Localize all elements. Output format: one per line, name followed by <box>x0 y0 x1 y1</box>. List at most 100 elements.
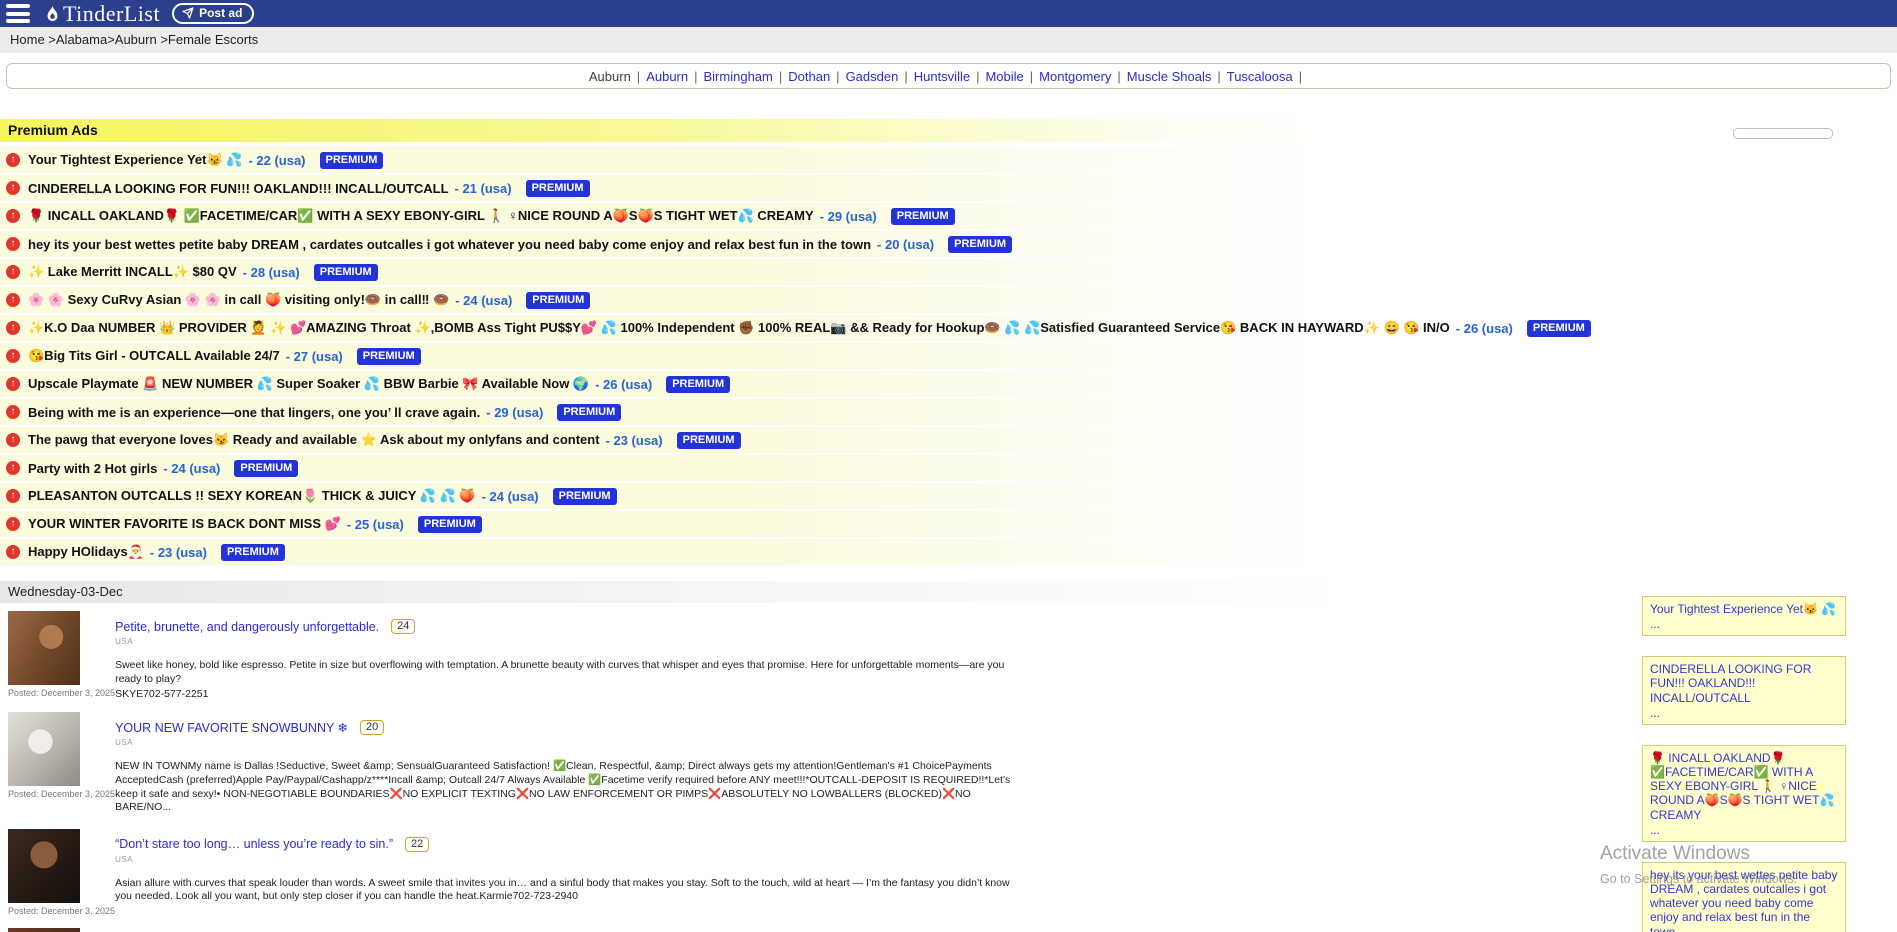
city-link-mobile[interactable]: Mobile <box>985 69 1023 84</box>
listing-location: USA <box>115 738 1015 747</box>
sidebar-ad[interactable]: hey its your best wettes petite baby DRE… <box>1642 862 1846 932</box>
sidebar-ad-ellipsis: ... <box>1650 706 1838 720</box>
sidebar-ad-link[interactable]: hey its your best wettes petite baby DRE… <box>1650 868 1837 932</box>
premium-ad-age: - 24 (usa) <box>455 293 512 308</box>
sidebar-ad-link[interactable]: Your Tightest Experience Yet😼 💦 <box>1650 602 1836 616</box>
premium-badge: PREMIUM <box>1527 320 1591 337</box>
post-ad-button[interactable]: Post ad <box>172 3 254 24</box>
listing-photo[interactable] <box>8 829 80 903</box>
premium-ad-row: CINDERELLA LOOKING FOR FUN!!! OAKLAND!!!… <box>0 175 1345 201</box>
city-separator: | <box>836 69 839 84</box>
listing-title-link[interactable]: YOUR NEW FAVORITE SNOWBUNNY ❄ <box>115 720 348 735</box>
premium-badge: PREMIUM <box>666 376 730 393</box>
premium-ad-link[interactable]: The pawg that everyone loves😼 Ready and … <box>28 432 600 448</box>
premium-badge: PREMIUM <box>234 460 298 477</box>
premium-ad-row: Happy HOlidays🎅- 23 (usa)PREMIUM <box>0 539 1345 565</box>
listing-location: USA <box>115 637 1015 646</box>
city-separator: | <box>637 69 640 84</box>
listing-photo[interactable] <box>8 712 80 786</box>
premium-ad-link[interactable]: hey its your best wettes petite baby DRE… <box>28 237 871 252</box>
premium-ad-row: Your Tightest Experience Yet😼 💦 - 22 (usa… <box>0 147 1345 173</box>
premium-badge: PREMIUM <box>418 516 482 533</box>
city-link-birmingham[interactable]: Birmingham <box>704 69 773 84</box>
listing-description: Sweet like honey, bold like espresso. Pe… <box>115 659 1015 686</box>
premium-badge: PREMIUM <box>526 292 590 309</box>
premium-ad-age: - 29 (usa) <box>820 209 877 224</box>
listing-location: USA <box>115 855 1015 864</box>
sidebar-ad-ellipsis: ... <box>1650 617 1838 631</box>
top-navbar: TinderList Post ad <box>0 0 1897 27</box>
premium-badge: PREMIUM <box>357 348 421 365</box>
premium-badge: PREMIUM <box>677 432 741 449</box>
boost-arrow-icon <box>6 545 20 559</box>
premium-ad-row: YOUR WINTER FAVORITE IS BACK DONT MISS 💕… <box>0 511 1345 537</box>
premium-ad-row: hey its your best wettes petite baby DRE… <box>0 231 1345 257</box>
premium-badge: PREMIUM <box>221 544 285 561</box>
premium-ad-link[interactable]: YOUR WINTER FAVORITE IS BACK DONT MISS 💕 <box>28 516 341 532</box>
boost-arrow-icon <box>6 349 20 363</box>
age-badge: 20 <box>360 720 384 735</box>
listing-photo[interactable] <box>8 611 80 685</box>
premium-badge: PREMIUM <box>526 180 590 197</box>
posted-date: Posted: December 3, 2025 <box>8 789 115 799</box>
sidebar-ad[interactable]: 🌹 INCALL OAKLAND🌹 ✅FACETIME/CAR✅ WITH A … <box>1642 745 1846 842</box>
city-separator: | <box>694 69 697 84</box>
listing-title-link[interactable]: “Don’t stare too long… unless you’re rea… <box>115 837 393 851</box>
premium-ad-age: - 29 (usa) <box>486 405 543 420</box>
posted-date: Posted: December 3, 2025 <box>8 906 115 916</box>
premium-ad-age: - 21 (usa) <box>455 181 512 196</box>
top-right-placeholder-box <box>1733 128 1833 139</box>
premium-ad-row: ✨K.O Daa NUMBER 👑 PROVIDER 💆 ✨ 💕AMAZING … <box>0 315 1345 341</box>
city-link-muscle-shoals[interactable]: Muscle Shoals <box>1127 69 1212 84</box>
premium-ad-age: - 24 (usa) <box>163 461 220 476</box>
premium-ad-link[interactable]: Party with 2 Hot girls <box>28 461 157 476</box>
age-badge: 24 <box>391 619 415 634</box>
city-separator: | <box>779 69 782 84</box>
sidebar-ad[interactable]: CINDERELLA LOOKING FOR FUN!!! OAKLAND!!!… <box>1642 656 1846 725</box>
premium-ad-link[interactable]: ✨K.O Daa NUMBER 👑 PROVIDER 💆 ✨ 💕AMAZING … <box>28 320 1450 336</box>
city-link-dothan[interactable]: Dothan <box>788 69 830 84</box>
premium-ad-age: - 24 (usa) <box>482 489 539 504</box>
sidebar-ad-link[interactable]: 🌹 INCALL OAKLAND🌹 ✅FACETIME/CAR✅ WITH A … <box>1650 751 1834 822</box>
listing-description: NEW IN TOWNMy name is Dallas !Seductive,… <box>115 760 1015 815</box>
premium-ad-link[interactable]: Happy HOlidays🎅 <box>28 544 144 560</box>
listing-photo[interactable] <box>8 928 80 932</box>
city-link-huntsville[interactable]: Huntsville <box>914 69 970 84</box>
boost-arrow-icon <box>6 153 20 167</box>
city-separator: | <box>1217 69 1220 84</box>
premium-ad-link[interactable]: Your Tightest Experience Yet😼 💦 <box>28 152 242 168</box>
listing-title-link[interactable]: Petite, brunette, and dangerously unforg… <box>115 620 379 634</box>
listings: Posted: December 3, 2025 Petite, brunett… <box>0 611 1897 932</box>
menu-icon[interactable] <box>6 4 32 23</box>
paper-plane-icon <box>182 7 194 19</box>
premium-ad-row: The pawg that everyone loves😼 Ready and … <box>0 427 1345 453</box>
premium-badge: PREMIUM <box>553 488 617 505</box>
premium-section-title: Premium Ads <box>0 119 1345 142</box>
sidebar-ad-link[interactable]: CINDERELLA LOOKING FOR FUN!!! OAKLAND!!!… <box>1650 662 1811 704</box>
breadcrumb[interactable]: Home >Alabama>Auburn >Female Escorts <box>0 27 1897 53</box>
premium-ad-link[interactable]: 🌸 🌸 Sexy CuRvy Asian 🌸 🌸 in call 🍑 visit… <box>28 292 449 308</box>
boost-arrow-icon <box>6 517 20 531</box>
boost-arrow-icon <box>6 181 20 195</box>
premium-ad-link[interactable]: 🌹 INCALL OAKLAND🌹 ✅FACETIME/CAR✅ WITH A … <box>28 208 814 224</box>
premium-ad-age: - 22 (usa) <box>248 153 305 168</box>
premium-ad-link[interactable]: Being with me is an experience—one that … <box>28 405 480 420</box>
premium-ad-link[interactable]: PLEASANTON OUTCALLS !! SEXY KOREAN🌷 THIC… <box>28 488 476 504</box>
premium-ad-link[interactable]: ✨ Lake Merritt INCALL✨ $80 QV <box>28 264 237 280</box>
brand-logo[interactable]: TinderList <box>44 1 160 27</box>
city-link-gadsden[interactable]: Gadsden <box>846 69 899 84</box>
city-link-auburn-current[interactable]: Auburn <box>589 69 631 84</box>
brand-name: TinderList <box>63 1 160 27</box>
premium-ad-row: ✨ Lake Merritt INCALL✨ $80 QV- 28 (usa)P… <box>0 259 1345 285</box>
city-link-auburn[interactable]: Auburn <box>646 69 688 84</box>
premium-ad-link[interactable]: CINDERELLA LOOKING FOR FUN!!! OAKLAND!!!… <box>28 181 449 196</box>
city-nav: Auburn | Auburn | Birmingham | Dothan | Gads… <box>6 63 1891 89</box>
premium-badge: PREMIUM <box>314 264 378 281</box>
premium-ad-link[interactable]: Upscale Playmate 🚨 NEW NUMBER 💦 Super So… <box>28 376 589 392</box>
city-link-tuscaloosa[interactable]: Tuscaloosa <box>1227 69 1293 84</box>
city-separator: | <box>1117 69 1120 84</box>
city-link-montgomery[interactable]: Montgomery <box>1039 69 1111 84</box>
sidebar-ad[interactable]: Your Tightest Experience Yet😼 💦 ... <box>1642 596 1846 636</box>
premium-ad-link[interactable]: 😘Big Tits Girl - OUTCALL Available 24/7 <box>28 348 280 364</box>
premium-badge: PREMIUM <box>320 152 384 169</box>
